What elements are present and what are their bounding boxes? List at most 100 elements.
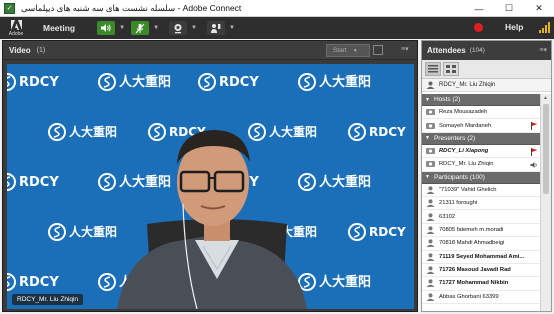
help-menu[interactable]: Help — [505, 22, 523, 32]
attendee-list-scrollbar[interactable]: ▲ — [540, 94, 551, 311]
adobe-logo-text: Adobe — [8, 30, 24, 37]
microphone-dropdown-icon[interactable]: ▼ — [153, 25, 159, 31]
attendee-section-label: Presenters (2) — [433, 134, 476, 142]
attendee-section-header[interactable]: ▼ Participants (100) — [422, 171, 541, 184]
close-button[interactable]: ✕ — [524, 0, 554, 17]
microphone-muted-icon[interactable] — [131, 21, 150, 35]
attendee-name: RDCY_Li Xiapong — [439, 147, 489, 154]
attendee-row[interactable]: 70805 fatemeh m.moradi — [422, 224, 541, 238]
webcam-control[interactable]: ▼ — [169, 20, 197, 36]
start-webcam-label: Start — [333, 47, 347, 54]
attendee-row[interactable]: 21311 foroughi — [422, 197, 541, 211]
attendee-name: 63102 — [439, 213, 456, 220]
attendee-list: ▼ Hosts (2) Reza Mousazadeh Somayeh Mardane… — [422, 94, 541, 311]
breakout-view-icon[interactable] — [443, 62, 459, 76]
app-menubar: Adobe Meeting ▼ ▼ ▼ ▼ Help — [0, 17, 554, 39]
maximize-button[interactable]: ☐ — [494, 0, 524, 17]
attendee-row[interactable]: RDCY_Mr. Liu Zhiqin — [422, 158, 541, 172]
window-controls: — ☐ ✕ — [464, 0, 554, 17]
collapse-triangle-icon[interactable]: ▼ — [425, 174, 430, 180]
minimize-button[interactable]: — — [464, 0, 494, 17]
attendee-section-label: Participants (100) — [433, 173, 485, 181]
video-pod-header: Video (1) Start ▼ ≡▾ — [3, 41, 417, 60]
speaker-icon[interactable] — [97, 21, 116, 35]
attendee-row[interactable]: 71119 Seyed Mohammad Ami... — [422, 251, 541, 264]
host-icon — [426, 122, 435, 129]
participant-icon — [426, 212, 435, 221]
attendee-name: 71726 Masoud Javadi Rad — [439, 267, 511, 274]
attendee-name: Reza Mousazadeh — [439, 109, 488, 116]
person-icon — [426, 81, 435, 89]
fullscreen-icon[interactable] — [373, 45, 383, 55]
video-caption-name: RDCY_Mr. Liu Zhiqin — [12, 294, 84, 305]
attendee-row[interactable]: Somayeh Mardaneh — [422, 119, 541, 133]
current-user-row[interactable]: RDCY_Mr. Liu Zhiqin — [422, 79, 551, 92]
collapse-triangle-icon[interactable]: ▼ — [425, 97, 430, 103]
attendees-options-menu-icon[interactable]: ≡▾ — [539, 46, 547, 54]
webcam-dropdown-icon[interactable]: ▼ — [191, 25, 197, 31]
pod-options-menu-icon[interactable]: ≡▾ — [401, 45, 409, 53]
speaker-person — [117, 130, 307, 309]
list-view-icon[interactable] — [425, 62, 441, 76]
attendee-row[interactable]: 63102 — [422, 210, 541, 224]
attendee-row[interactable]: RDCY_Li Xiapong — [422, 145, 541, 159]
attendee-row[interactable]: "71039" Vahid Ghelich — [422, 184, 541, 197]
attendee-row[interactable]: Reza Mousazadeh — [422, 106, 541, 120]
collapse-triangle-icon[interactable]: ▼ — [425, 135, 430, 141]
attendee-name: 71119 Seyed Mohammad Ami... — [439, 253, 525, 260]
speaker-icon — [530, 162, 537, 169]
attendee-name: "71039" Vahid Ghelich — [439, 186, 497, 193]
attendee-name: RDCY_Mr. Liu Zhiqin — [439, 161, 494, 168]
scroll-up-icon[interactable]: ▲ — [543, 95, 548, 101]
current-user-name: RDCY_Mr. Liu Zhiqin — [439, 82, 496, 88]
attendee-section-header[interactable]: ▼ Presenters (2) — [422, 132, 541, 145]
attendee-row[interactable]: 71727 Mohammad Nikbin — [422, 277, 541, 291]
host-icon — [426, 109, 435, 116]
attendee-name: 21311 foroughi — [439, 200, 478, 207]
flag-icon — [531, 122, 538, 131]
meeting-menu[interactable]: Meeting — [43, 23, 75, 33]
host-icon — [426, 161, 435, 168]
adobe-logo: Adobe — [9, 18, 23, 38]
participant-icon — [426, 266, 435, 275]
participant-icon — [426, 253, 435, 261]
participant-icon — [426, 199, 435, 208]
video-pod-title: Video — [9, 45, 31, 55]
participant-icon — [426, 239, 435, 248]
start-dropdown-icon[interactable]: ▼ — [353, 48, 358, 54]
recording-indicator-icon — [474, 23, 483, 32]
attendee-name: 71727 Mohammad Nikbin — [439, 280, 509, 287]
webcam-icon[interactable] — [169, 21, 188, 35]
adobe-logo-icon — [10, 19, 22, 30]
attendee-row[interactable]: 71726 Masoud Javadi Rad — [422, 264, 541, 278]
start-webcam-button[interactable]: Start ▼ — [326, 44, 370, 57]
participant-icon — [426, 226, 435, 234]
adobe-connect-app-icon: ✓ — [4, 2, 15, 14]
attendees-pod: Attendees (104) ≡▾ RDCY_Mr. Liu Zhiqin ▼… — [421, 40, 552, 312]
video-feed: RDCY 人大重阳 RDCY 人大重阳 人大重阳 RDCY 人大重阳 RDCY RDCY 人大重阳… — [7, 64, 414, 309]
window-title: سلسله نشست های سه شنبه های دیپلماسی - Ad… — [21, 2, 242, 13]
attendees-pod-title: Attendees — [427, 46, 466, 55]
attendees-pod-count: (104) — [469, 47, 485, 54]
attendees-pod-header: Attendees (104) ≡▾ — [422, 41, 551, 60]
raise-hand-control[interactable]: ▼ — [206, 20, 235, 36]
flag-icon — [531, 147, 538, 156]
participant-icon — [426, 293, 435, 301]
raise-hand-dropdown-icon[interactable]: ▼ — [229, 25, 235, 31]
connection-signal-icon — [539, 22, 550, 33]
scrollbar-thumb[interactable] — [543, 104, 549, 194]
speaker-dropdown-icon[interactable]: ▼ — [119, 25, 125, 31]
attendee-section-header[interactable]: ▼ Hosts (2) — [422, 94, 541, 106]
attendees-toolbar — [422, 60, 551, 79]
attendee-name: 70818 Mahdi Ahmadbeigi — [439, 240, 505, 247]
microphone-control[interactable]: ▼ — [131, 20, 159, 36]
participant-icon — [426, 186, 435, 194]
attendee-name: 70805 fatemeh m.moradi — [439, 226, 504, 233]
host-icon — [426, 147, 435, 154]
raise-hand-icon[interactable] — [206, 21, 225, 35]
attendee-row[interactable]: 70818 Mahdi Ahmadbeigi — [422, 237, 541, 251]
attendee-row[interactable]: Abbas Ghorbani 63399 — [422, 291, 541, 305]
speaker-control[interactable]: ▼ — [97, 20, 125, 36]
video-pod-count: (1) — [36, 46, 46, 54]
attendee-name: Abbas Ghorbani 63399 — [439, 293, 499, 300]
